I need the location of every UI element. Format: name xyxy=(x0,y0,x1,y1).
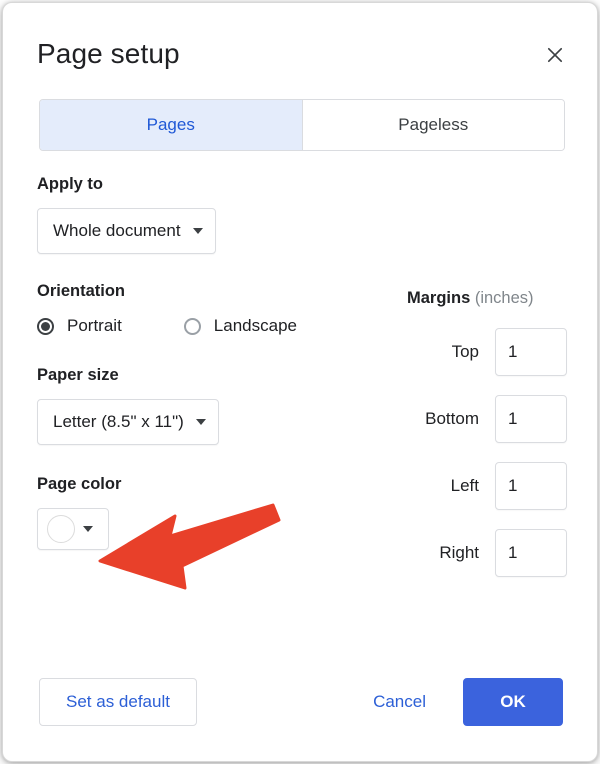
page-color-label: Page color xyxy=(37,475,122,493)
margins-heading: Margins (inches) xyxy=(407,287,567,309)
close-icon xyxy=(544,44,566,66)
cancel-button[interactable]: Cancel xyxy=(348,678,451,726)
margin-right-label: Right xyxy=(439,543,479,562)
radio-landscape-label: Landscape xyxy=(213,316,297,335)
orientation-radio-group: Portrait Landscape xyxy=(37,316,377,336)
paper-size-label: Paper size xyxy=(37,366,119,384)
page-title: Page setup xyxy=(37,38,180,69)
margins-heading-bold: Margins xyxy=(407,289,471,307)
margin-bottom-label: Bottom xyxy=(425,409,479,428)
radio-unselected-icon xyxy=(183,317,201,335)
margin-top-label: Top xyxy=(451,342,479,361)
chevron-down-icon xyxy=(192,228,203,234)
margins-section: Margins (inches) Top Bottom Left Right xyxy=(407,287,567,577)
tab-pageless[interactable]: Pageless xyxy=(301,100,564,150)
margin-row-right: Right xyxy=(407,529,567,577)
margin-right-input[interactable] xyxy=(495,529,567,577)
page-setup-dialog: Page setup Pages Pageless Apply to Whole… xyxy=(2,2,598,762)
color-swatch xyxy=(47,515,75,543)
tab-pages[interactable]: Pages xyxy=(40,100,302,150)
chevron-down-icon xyxy=(195,419,206,425)
paper-size-value: Letter (8.5" x 11") xyxy=(53,412,184,431)
margin-top-input[interactable] xyxy=(495,328,567,376)
ok-label: OK xyxy=(500,692,526,711)
set-as-default-label: Set as default xyxy=(66,692,170,711)
radio-dot xyxy=(41,321,50,331)
ok-button[interactable]: OK xyxy=(463,678,563,726)
page-color-button[interactable] xyxy=(37,508,109,550)
margin-row-bottom: Bottom xyxy=(407,395,567,443)
radio-portrait[interactable]: Portrait xyxy=(37,316,122,336)
dialog-header: Page setup xyxy=(3,3,597,95)
radio-portrait-label: Portrait xyxy=(67,316,122,335)
margins-heading-unit: (inches) xyxy=(470,289,534,307)
margin-bottom-input[interactable] xyxy=(495,395,567,443)
settings-left-column: Apply to Whole document Orientation Port… xyxy=(37,173,377,550)
mode-tabs: Pages Pageless xyxy=(39,99,565,151)
chevron-down-icon xyxy=(83,526,93,532)
margin-row-top: Top xyxy=(407,328,567,376)
tab-pages-label: Pages xyxy=(146,115,195,134)
margin-left-label: Left xyxy=(450,476,479,495)
orientation-label: Orientation xyxy=(37,282,126,300)
margin-left-input[interactable] xyxy=(495,462,567,510)
radio-landscape[interactable]: Landscape xyxy=(183,316,297,336)
margin-row-left: Left xyxy=(407,462,567,510)
apply-to-select[interactable]: Whole document xyxy=(37,208,216,254)
tab-pageless-label: Pageless xyxy=(398,115,469,134)
dialog-footer: Set as default Cancel OK xyxy=(39,677,563,727)
close-button[interactable] xyxy=(539,39,571,71)
cancel-label: Cancel xyxy=(373,692,426,711)
set-as-default-button[interactable]: Set as default xyxy=(39,678,197,726)
apply-to-label: Apply to xyxy=(37,175,103,193)
apply-to-value: Whole document xyxy=(53,221,181,240)
paper-size-select[interactable]: Letter (8.5" x 11") xyxy=(37,399,219,445)
radio-selected-icon xyxy=(37,317,54,335)
